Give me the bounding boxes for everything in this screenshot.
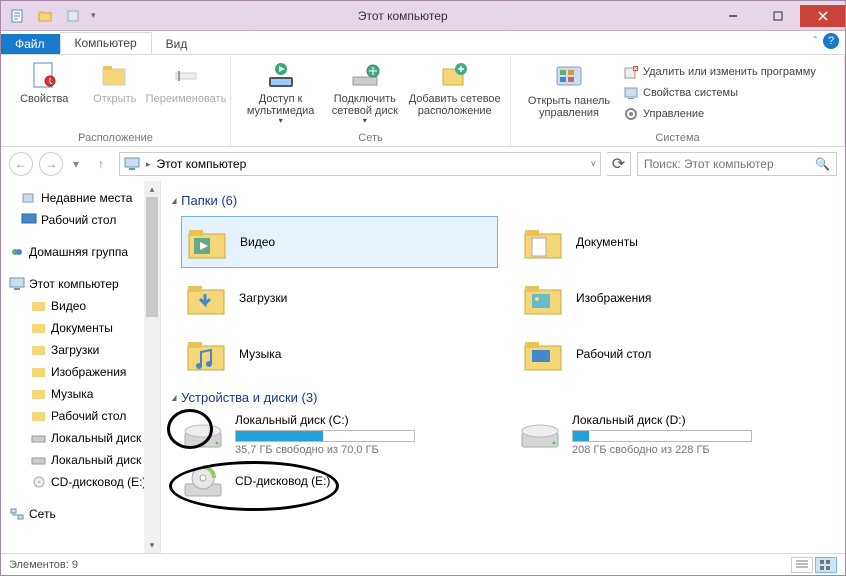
view-icons-button[interactable] xyxy=(815,557,837,573)
folder-videos[interactable]: Видео xyxy=(181,216,498,268)
back-button[interactable]: ← xyxy=(9,152,33,176)
scroll-down-icon[interactable]: ▾ xyxy=(144,537,160,553)
search-box[interactable]: 🔍 xyxy=(637,152,837,176)
ribbon-tabs: Файл Компьютер Вид ˆ ? xyxy=(1,31,845,55)
content-pane: Папки (6) Видео Документы Загрузки Изобр… xyxy=(161,181,845,553)
sys-props-label: Свойства системы xyxy=(643,87,738,99)
status-bar: Элементов: 9 xyxy=(1,553,845,575)
drive-d-usage-bar xyxy=(572,430,752,442)
drive-icon xyxy=(518,417,562,453)
history-dropdown[interactable]: ▾ xyxy=(69,152,83,176)
scroll-thumb[interactable] xyxy=(146,197,158,317)
sidebar-item-desktop[interactable]: Рабочий стол xyxy=(1,209,160,231)
sidebar-item-this-pc[interactable]: Этот компьютер xyxy=(1,273,160,295)
search-input[interactable] xyxy=(644,157,815,171)
sidebar-item-downloads[interactable]: Загрузки xyxy=(1,339,160,361)
folder-icon xyxy=(186,220,230,264)
properties-button[interactable]: Свойства xyxy=(9,59,80,105)
qat-properties-icon[interactable] xyxy=(7,5,29,27)
scroll-up-icon[interactable]: ▴ xyxy=(144,181,160,197)
group-location-label: Расположение xyxy=(1,132,230,146)
media-access-button[interactable]: Доступ к мультимедиа▾ xyxy=(239,59,322,126)
group-network-label: Сеть xyxy=(231,132,510,146)
titlebar: ▾ Этот компьютер xyxy=(1,1,845,31)
sidebar-scrollbar[interactable]: ▴ ▾ xyxy=(144,181,160,553)
map-drive-label: Подключить сетевой диск xyxy=(322,93,407,117)
uninstall-button[interactable]: Удалить или изменить программу xyxy=(621,63,818,81)
open-button[interactable]: Открыть xyxy=(80,59,151,105)
tab-file[interactable]: Файл xyxy=(1,34,60,54)
open-label: Открыть xyxy=(93,93,136,105)
sidebar-item-homegroup[interactable]: Домашняя группа xyxy=(1,241,160,263)
sidebar-item-network[interactable]: Сеть xyxy=(1,503,160,525)
sidebar-item-documents[interactable]: Документы xyxy=(1,317,160,339)
computer-icon xyxy=(124,156,140,172)
properties-label: Свойства xyxy=(20,93,68,105)
up-button[interactable]: ↑ xyxy=(89,152,113,176)
view-details-button[interactable] xyxy=(791,557,813,573)
control-panel-label: Открыть панель управления xyxy=(519,95,619,119)
folder-icon xyxy=(522,332,566,376)
uninstall-label: Удалить или изменить программу xyxy=(643,66,816,78)
folder-desktop[interactable]: Рабочий стол xyxy=(518,328,835,380)
drive-d[interactable]: Локальный диск (D:) 208 ГБ свободно из 2… xyxy=(518,413,835,456)
manage-label: Управление xyxy=(643,108,704,120)
drive-e[interactable]: CD-дисковод (E:) xyxy=(181,464,498,500)
forward-button[interactable]: → xyxy=(39,152,63,176)
section-drives-header[interactable]: Устройства и диски (3) xyxy=(171,390,835,405)
ribbon-collapse-icon[interactable]: ˆ xyxy=(814,36,817,47)
maximize-button[interactable] xyxy=(755,5,800,27)
help-icon[interactable]: ? xyxy=(823,33,839,49)
sidebar-item-recent[interactable]: Недавние места xyxy=(1,187,160,209)
sidebar-item-desktop2[interactable]: Рабочий стол xyxy=(1,405,160,427)
rename-label: Переименовать xyxy=(146,93,227,105)
drive-c[interactable]: Локальный диск (C:) 35,7 ГБ свободно из … xyxy=(181,413,498,456)
sidebar-item-cd[interactable]: CD-дисковод (E:) xyxy=(1,471,160,493)
sidebar-item-local-d[interactable]: Локальный диск (D:) xyxy=(1,449,160,471)
folder-icon xyxy=(522,276,566,320)
search-icon[interactable]: 🔍 xyxy=(815,157,830,171)
breadcrumb-current[interactable]: Этот компьютер xyxy=(157,157,247,171)
add-location-button[interactable]: Добавить сетевое расположение xyxy=(407,59,502,117)
tab-view[interactable]: Вид xyxy=(152,34,203,54)
drive-icon xyxy=(181,417,225,453)
sidebar-item-pictures[interactable]: Изображения xyxy=(1,361,160,383)
drive-c-usage-bar xyxy=(235,430,415,442)
folder-icon xyxy=(522,220,566,264)
breadcrumb-dropdown-icon[interactable]: ˅ xyxy=(591,159,596,169)
status-item-count: Элементов: 9 xyxy=(9,559,78,571)
folder-icon xyxy=(185,332,229,376)
breadcrumb[interactable]: ▸ Этот компьютер ˅ xyxy=(119,152,601,176)
folder-pictures[interactable]: Изображения xyxy=(518,272,835,324)
sidebar-item-music[interactable]: Музыка xyxy=(1,383,160,405)
media-label: Доступ к мультимедиа xyxy=(239,93,322,117)
window-title: Этот компьютер xyxy=(96,9,710,23)
add-location-label: Добавить сетевое расположение xyxy=(407,93,502,117)
minimize-button[interactable] xyxy=(710,5,755,27)
ribbon: Свойства Открыть Переименовать Расположе… xyxy=(1,55,845,147)
sidebar-item-local-c[interactable]: Локальный диск (C:) xyxy=(1,427,160,449)
sidebar-item-videos[interactable]: Видео xyxy=(1,295,160,317)
section-folders-header[interactable]: Папки (6) xyxy=(171,193,835,208)
quick-access-toolbar: ▾ xyxy=(1,5,96,27)
cd-drive-icon xyxy=(181,464,225,500)
address-bar: ← → ▾ ↑ ▸ Этот компьютер ˅ ⟳ 🔍 xyxy=(1,147,845,181)
qat-undo-icon[interactable] xyxy=(63,5,85,27)
system-properties-button[interactable]: Свойства системы xyxy=(621,84,818,102)
folder-icon xyxy=(185,276,229,320)
folder-downloads[interactable]: Загрузки xyxy=(181,272,498,324)
close-button[interactable] xyxy=(800,5,845,27)
folder-documents[interactable]: Документы xyxy=(518,216,835,268)
breadcrumb-sep-icon[interactable]: ▸ xyxy=(146,159,151,170)
folder-music[interactable]: Музыка xyxy=(181,328,498,380)
group-system-label: Система xyxy=(511,132,844,146)
map-drive-button[interactable]: Подключить сетевой диск▾ xyxy=(322,59,407,126)
control-panel-button[interactable]: Открыть панель управления xyxy=(519,61,619,119)
qat-new-folder-icon[interactable] xyxy=(35,5,57,27)
manage-button[interactable]: Управление xyxy=(621,105,818,123)
tab-computer[interactable]: Компьютер xyxy=(60,32,152,54)
rename-button[interactable]: Переименовать xyxy=(150,59,222,105)
navigation-pane: Недавние места Рабочий стол Домашняя гру… xyxy=(1,181,161,553)
refresh-button[interactable]: ⟳ xyxy=(607,152,631,176)
